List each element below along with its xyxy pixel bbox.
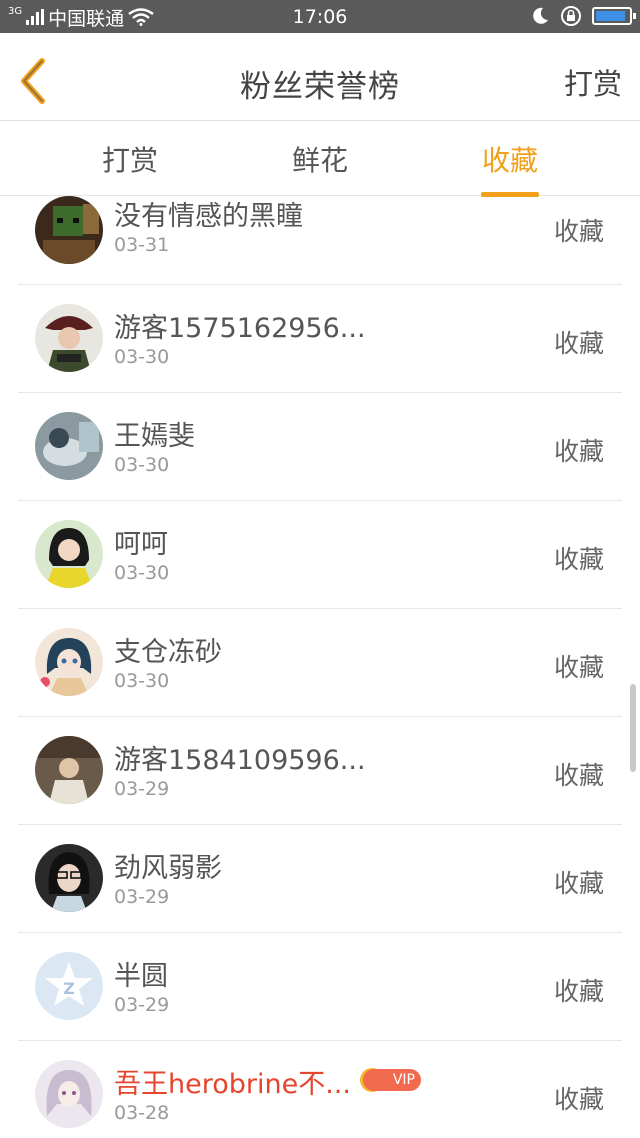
favorite-label: 收藏: [553, 761, 604, 790]
tab-label: 打赏: [101, 144, 158, 177]
list-item[interactable]: Z 半圆 03-29 收藏: [18, 932, 622, 1041]
favorite-label: 收藏: [553, 437, 604, 466]
reward-button[interactable]: 打赏: [564, 61, 622, 103]
avatar[interactable]: [35, 1060, 103, 1128]
fan-list[interactable]: 没有情感的黑瞳 03-31 收藏 游客1575162956... 03-30 收…: [0, 196, 640, 1138]
list-item[interactable]: 游客1584109596... 03-29 收藏: [18, 716, 622, 825]
tab-favorites[interactable]: 收藏: [450, 139, 570, 197]
user-date: 03-30: [114, 346, 170, 368]
tab-reward[interactable]: 打赏: [70, 139, 190, 179]
user-name: 游客1584109596...: [114, 745, 366, 776]
tab-label: 收藏: [481, 144, 538, 177]
user-date: 03-30: [114, 562, 170, 584]
vip-badge: VIP: [363, 1069, 421, 1091]
list-item[interactable]: 呵呵 03-30 收藏: [18, 500, 622, 609]
list-item[interactable]: 游客1575162956... 03-30 收藏: [18, 284, 622, 393]
page-title: 粉丝荣誉榜: [240, 69, 400, 105]
tab-flowers[interactable]: 鲜花: [260, 139, 380, 179]
user-name: 吾王herobrine不...: [114, 1069, 351, 1100]
avatar[interactable]: [35, 844, 103, 912]
user-name: 没有情感的黑瞳: [114, 201, 303, 232]
user-date: 03-31: [114, 234, 170, 256]
list-item[interactable]: 王嫣斐 03-30 收藏: [18, 392, 622, 501]
user-date: 03-29: [114, 886, 170, 908]
svg-text:Z: Z: [63, 979, 75, 998]
tab-label: 鲜花: [291, 144, 348, 177]
battery-icon: [592, 7, 636, 25]
list-item[interactable]: 劲风弱影 03-29 收藏: [18, 824, 622, 933]
tab-bar: 打赏 鲜花 收藏: [0, 121, 640, 197]
user-name: 游客1575162956...: [114, 313, 366, 344]
favorite-label: 收藏: [553, 653, 604, 682]
moon-icon: [533, 7, 548, 24]
scrollbar[interactable]: [630, 684, 636, 772]
user-date: 03-28: [114, 1102, 170, 1124]
list-item[interactable]: 吾王herobrine不... VIP 03-28 收藏: [18, 1040, 622, 1138]
favorite-label: 收藏: [553, 329, 604, 358]
favorite-label: 收藏: [553, 545, 604, 574]
status-bar: 3G 中国联通 17:06: [0, 0, 640, 33]
user-name: 呵呵: [114, 529, 168, 560]
user-name: 半圆: [114, 961, 168, 992]
favorite-label: 收藏: [553, 977, 604, 1006]
favorite-label: 收藏: [553, 217, 604, 246]
user-date: 03-29: [114, 994, 170, 1016]
avatar[interactable]: [35, 196, 103, 264]
header-bar: 粉丝荣誉榜 打赏: [0, 33, 640, 121]
user-date: 03-30: [114, 670, 170, 692]
avatar[interactable]: [35, 736, 103, 804]
avatar[interactable]: [35, 304, 103, 372]
avatar[interactable]: [35, 520, 103, 588]
avatar[interactable]: Z: [35, 952, 103, 1020]
avatar[interactable]: [35, 412, 103, 480]
user-name: 劲风弱影: [114, 853, 222, 884]
favorite-label: 收藏: [553, 869, 604, 898]
rotation-lock-icon: [561, 6, 581, 26]
user-name: 王嫣斐: [114, 421, 195, 452]
list-item[interactable]: 没有情感的黑瞳 03-31 收藏: [18, 196, 622, 285]
avatar[interactable]: [35, 628, 103, 696]
user-date: 03-30: [114, 454, 170, 476]
user-name: 支仓冻砂: [114, 637, 222, 668]
list-item[interactable]: 支仓冻砂 03-30 收藏: [18, 608, 622, 717]
favorite-label: 收藏: [553, 1085, 604, 1114]
battery-level: [596, 11, 625, 21]
status-right: [530, 5, 636, 27]
user-date: 03-29: [114, 778, 170, 800]
